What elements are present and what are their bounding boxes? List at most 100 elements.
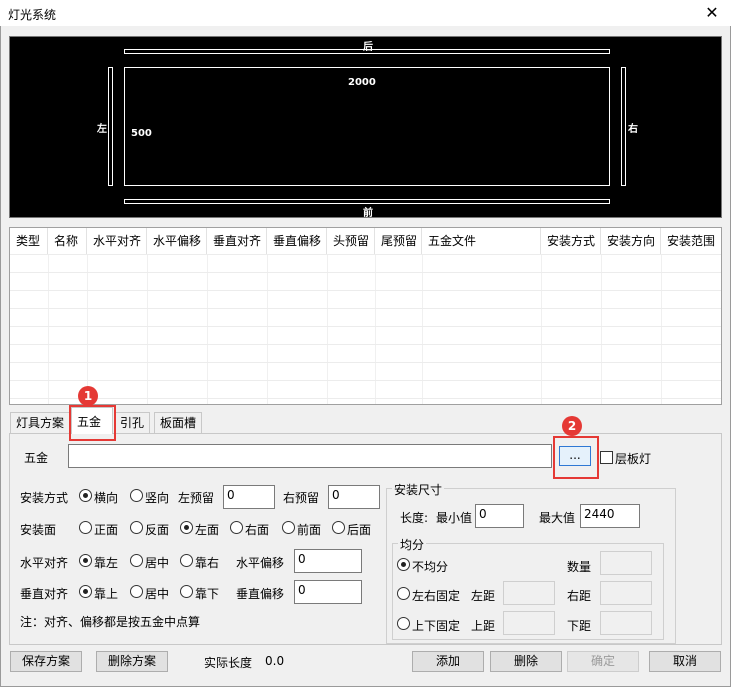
h-align-center-radio[interactable] xyxy=(130,554,143,567)
v-align-top-radio[interactable] xyxy=(79,585,92,598)
grid-line xyxy=(87,254,88,404)
depth-value: 500 xyxy=(131,128,152,139)
tb-fixed-label: 上下固定 xyxy=(412,619,461,633)
right-bar xyxy=(621,67,626,186)
v-align-center-label: 居中 xyxy=(145,587,170,601)
left-reserve-label: 左预留 xyxy=(178,491,215,505)
min-label: 最小值 xyxy=(436,511,473,525)
min-length-input[interactable]: 0 xyxy=(475,504,524,528)
right-reserve-input[interactable]: 0 xyxy=(328,485,380,509)
left-dist-input[interactable] xyxy=(503,581,555,605)
col-header[interactable]: 垂直偏移 xyxy=(267,228,327,254)
v-align-center-radio[interactable] xyxy=(130,585,143,598)
left-bar xyxy=(108,67,113,186)
table-row xyxy=(10,344,721,345)
face-right-radio[interactable] xyxy=(230,521,243,534)
front-label: 前 xyxy=(363,208,373,219)
v-offset-input[interactable]: 0 xyxy=(294,580,362,604)
right-dist-input[interactable] xyxy=(600,581,652,605)
bottom-dist-input[interactable] xyxy=(600,611,652,635)
bottom-dist-label: 下距 xyxy=(567,619,592,633)
face-left-label: 左面 xyxy=(195,523,220,537)
face-front-label: 正面 xyxy=(94,523,119,537)
save-scheme-button[interactable]: 保存方案 xyxy=(10,651,82,672)
confirm-button[interactable]: 确定 xyxy=(567,651,639,672)
install-face-label: 安装面 xyxy=(20,523,57,537)
actual-length-value: 0.0 xyxy=(265,654,285,668)
grid-line xyxy=(375,254,376,404)
face-front-radio[interactable] xyxy=(79,521,92,534)
grid-line xyxy=(422,254,423,404)
face-fore-radio[interactable] xyxy=(282,521,295,534)
v-align-label: 垂直对齐 xyxy=(20,587,69,601)
grid-line xyxy=(48,254,49,404)
face-rear-radio[interactable] xyxy=(332,521,345,534)
left-reserve-input[interactable]: 0 xyxy=(223,485,275,509)
layer-light-label: 层板灯 xyxy=(615,452,652,466)
hardware-table[interactable]: 类型 名称 水平对齐 水平偏移 垂直对齐 垂直偏移 头预留 尾预留 五金文件 安… xyxy=(9,227,722,405)
table-row xyxy=(10,326,721,327)
v-align-top-label: 靠上 xyxy=(94,587,119,601)
delete-button[interactable]: 删除 xyxy=(490,651,562,672)
uneven-radio[interactable] xyxy=(397,558,410,571)
v-align-bottom-radio[interactable] xyxy=(180,585,193,598)
close-icon[interactable]: ✕ xyxy=(700,3,724,23)
h-align-left-radio[interactable] xyxy=(79,554,92,567)
mode-horizontal-label: 横向 xyxy=(94,491,119,505)
h-offset-input[interactable]: 0 xyxy=(294,549,362,573)
mode-vertical-label: 竖向 xyxy=(145,491,170,505)
top-dist-input[interactable] xyxy=(503,611,555,635)
grid-line xyxy=(147,254,148,404)
face-back-radio[interactable] xyxy=(130,521,143,534)
cancel-button[interactable]: 取消 xyxy=(649,651,721,672)
col-header[interactable]: 五金文件 xyxy=(422,228,541,254)
col-header[interactable]: 安装方向 xyxy=(601,228,661,254)
hardware-file-input[interactable] xyxy=(68,444,552,468)
right-reserve-label: 右预留 xyxy=(283,491,320,505)
highlight-box-tab xyxy=(69,405,116,441)
mode-horizontal-radio[interactable] xyxy=(79,489,92,502)
col-header[interactable]: 头预留 xyxy=(327,228,375,254)
face-right-label: 右面 xyxy=(245,523,270,537)
col-header[interactable]: 尾预留 xyxy=(375,228,422,254)
right-dist-label: 右距 xyxy=(567,589,592,603)
left-label: 左 xyxy=(97,124,107,135)
install-size-title: 安装尺寸 xyxy=(392,481,445,498)
face-left-radio[interactable] xyxy=(180,521,193,534)
actual-length-label: 实际长度 xyxy=(204,656,253,670)
tab-board-slot[interactable]: 板面槽 xyxy=(154,412,203,433)
tab-holes[interactable]: 引孔 xyxy=(114,412,151,433)
mode-vertical-radio[interactable] xyxy=(130,489,143,502)
face-fore-label: 前面 xyxy=(297,523,322,537)
preview-canvas: 后 2000 500 左 右 前 xyxy=(9,36,722,219)
face-rear-label: 后面 xyxy=(347,523,372,537)
h-align-label: 水平对齐 xyxy=(20,556,69,570)
col-header[interactable]: 类型 xyxy=(10,228,48,254)
delete-scheme-button[interactable]: 删除方案 xyxy=(96,651,168,672)
add-button[interactable]: 添加 xyxy=(412,651,484,672)
col-header[interactable]: 水平偏移 xyxy=(147,228,207,254)
grid-line xyxy=(327,254,328,404)
lr-fixed-radio[interactable] xyxy=(397,587,410,600)
alignment-note: 注：对齐、偏移都是按五金中点算 xyxy=(20,615,201,629)
badge-step-1: 1 xyxy=(78,386,98,406)
h-align-right-radio[interactable] xyxy=(180,554,193,567)
count-input[interactable] xyxy=(600,551,652,575)
col-header[interactable]: 安装范围 xyxy=(661,228,721,254)
table-row xyxy=(10,380,721,381)
h-align-left-label: 靠左 xyxy=(94,556,119,570)
layer-light-checkbox[interactable] xyxy=(600,451,613,464)
col-header[interactable]: 垂直对齐 xyxy=(207,228,267,254)
tab-lighting-scheme[interactable]: 灯具方案 xyxy=(10,412,71,433)
col-header[interactable]: 安装方式 xyxy=(541,228,601,254)
grid-line xyxy=(541,254,542,404)
col-header[interactable]: 名称 xyxy=(48,228,87,254)
col-header[interactable]: 水平对齐 xyxy=(87,228,147,254)
max-label: 最大值 xyxy=(539,511,576,525)
left-dist-label: 左距 xyxy=(471,589,496,603)
max-length-input[interactable]: 2440 xyxy=(580,504,640,528)
table-row xyxy=(10,290,721,291)
highlight-box-browse xyxy=(553,436,599,479)
table-row xyxy=(10,272,721,273)
tb-fixed-radio[interactable] xyxy=(397,617,410,630)
